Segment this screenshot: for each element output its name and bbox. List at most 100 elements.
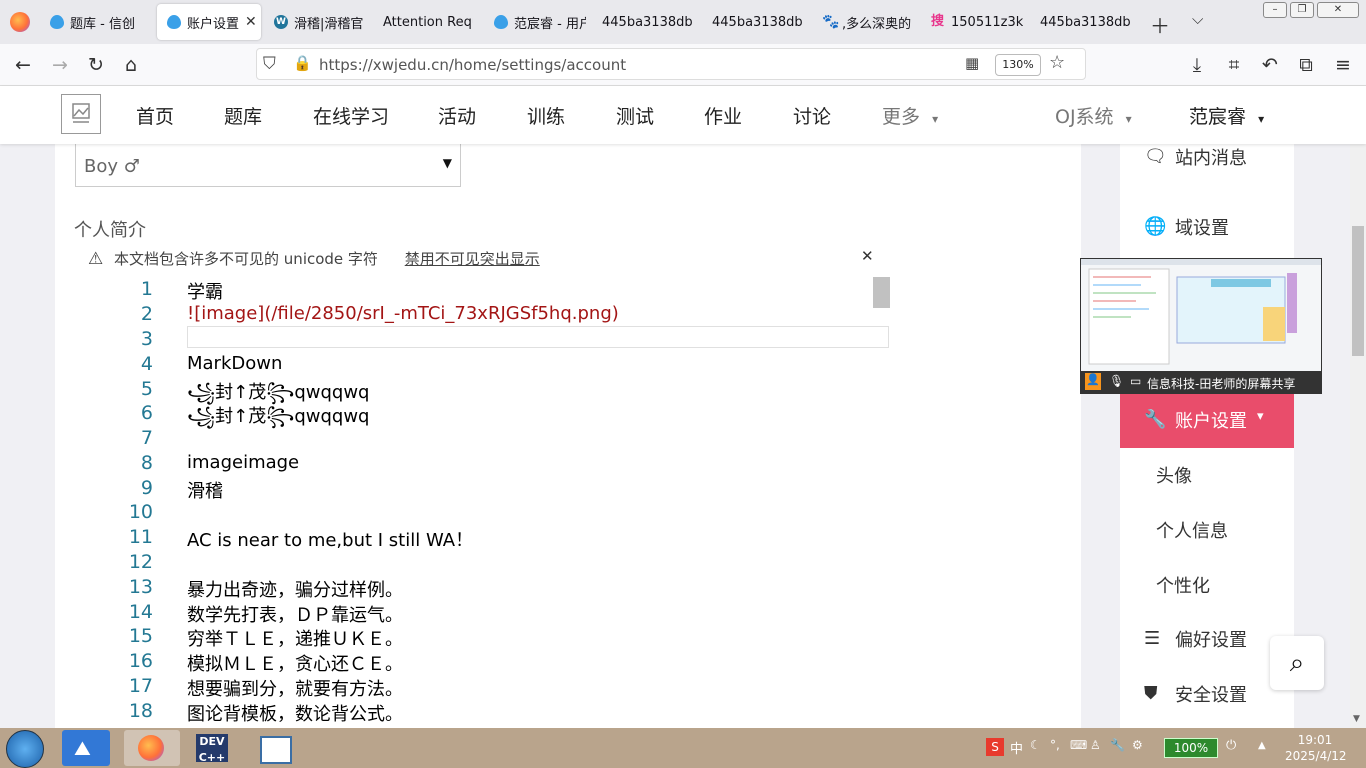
taskbar-app-devcpp[interactable]: DEV C++	[186, 730, 242, 766]
extensions-icon[interactable]: ⧉	[1293, 52, 1319, 78]
sogou-icon: 搜	[931, 14, 945, 29]
sogou-ime-icon[interactable]: S	[986, 738, 1004, 756]
page-scrollbar-thumb[interactable]	[1352, 226, 1364, 356]
line-number: 16	[128, 650, 153, 672]
tab-title: 滑稽|滑稽官	[294, 16, 364, 32]
nav-home[interactable]: 首页	[136, 102, 174, 129]
screen-share-preview[interactable]: 👤 🎙 ▭ 信息科技-田老师的屏幕共享	[1080, 258, 1322, 394]
screenshot-crop-icon[interactable]: ⌗	[1221, 52, 1247, 78]
person-icon[interactable]: ♙	[1090, 738, 1101, 752]
nav-activities[interactable]: 活动	[438, 102, 476, 129]
firefox-menu-icon[interactable]	[10, 12, 30, 32]
sidebar-item-account-settings[interactable]: 🔧 账户设置 ▾	[1120, 393, 1294, 448]
settings-sidebar: 🗨 站内消息 🌐 域设置 🔧 账户设置 ▾ 头像 个人信息 个性化 ☰ 偏好设置…	[1120, 144, 1294, 728]
moon-icon[interactable]: ☾	[1030, 738, 1041, 752]
chat-icon: 🗨	[1144, 146, 1167, 167]
scroll-down-arrow-icon[interactable]: ▼	[1353, 714, 1360, 724]
zoom-level[interactable]: 130%	[995, 54, 1041, 76]
lock-icon[interactable]: 🔒	[293, 54, 312, 72]
taskbar-app-editor[interactable]	[248, 730, 304, 766]
nav-more-dropdown[interactable]: 更多 ▾	[882, 102, 938, 129]
reload-icon[interactable]: ↻	[83, 52, 109, 78]
sidebar-item-personal-info[interactable]: 个人信息	[1120, 503, 1294, 558]
tab-close-icon[interactable]: ✕	[239, 14, 261, 30]
nav-oj-dropdown[interactable]: OJ系统 ▾	[1055, 102, 1132, 129]
code-line[interactable]: AC is near to me,but I still WA！	[187, 526, 473, 552]
page-scrollbar[interactable]: ▲ ▼	[1350, 86, 1366, 728]
sidebar-item-preferences[interactable]: ☰ 偏好设置	[1120, 612, 1294, 667]
tab-attention-required[interactable]: Attention Requ	[383, 4, 473, 40]
tab-image-2[interactable]: 445ba3138db1	[712, 4, 804, 40]
qr-code-icon[interactable]: ▦	[965, 54, 979, 72]
back-arrow-icon[interactable]: ←	[10, 52, 36, 78]
start-button[interactable]	[6, 730, 46, 768]
download-icon[interactable]: ⤓	[1184, 52, 1210, 78]
url-text[interactable]: https://xwjedu.cn/home/settings/account	[319, 56, 626, 74]
forward-arrow-icon[interactable]: →	[47, 52, 73, 78]
sidebar-item-label: 偏好设置	[1175, 630, 1247, 651]
shield-icon[interactable]: ⛉	[263, 54, 276, 74]
nav-homework[interactable]: 作业	[704, 102, 742, 129]
code-line[interactable]: 穷举ＴＬＥ，递推ＵＫＥ。	[187, 625, 403, 651]
taskbar-app-firefox[interactable]	[124, 730, 180, 766]
address-bar[interactable]: ⛉ 🔒 https://xwjedu.cn/home/settings/acco…	[256, 48, 1086, 80]
sidebar-item-security[interactable]: ⛊ 安全设置	[1120, 667, 1294, 722]
nav-tests[interactable]: 测试	[616, 102, 654, 129]
battery-indicator[interactable]: 100%	[1164, 738, 1218, 758]
system-clock[interactable]: 19:01 2025/4/12	[1285, 732, 1347, 764]
power-plug-icon[interactable]: ⏻	[1226, 738, 1236, 753]
tab-image-1[interactable]: 445ba3138db1	[602, 4, 694, 40]
home-icon[interactable]: ⌂	[118, 52, 144, 78]
tab-account-settings[interactable]: 账户设置 ✕	[157, 4, 261, 40]
maximize-button[interactable]: ❐	[1290, 2, 1314, 18]
nav-problem-bank[interactable]: 题库	[224, 102, 262, 129]
code-line[interactable]: MarkDown	[187, 353, 282, 374]
taskbar-app-meeting[interactable]: ⛰	[62, 730, 110, 766]
code-line[interactable]: 模拟ＭＬＥ，贪心还ＣＥ。	[187, 650, 403, 676]
tab-sogou[interactable]: 搜 150511z3kz	[931, 4, 1023, 40]
settings-gear-icon[interactable]: ⚙	[1132, 738, 1143, 752]
floating-search-button[interactable]: ⌕	[1270, 636, 1324, 690]
punctuation-icon[interactable]: °,	[1050, 738, 1060, 752]
code-line[interactable]: ꧁封↑茂꧂qwqqwq	[187, 402, 369, 439]
hamburger-menu-icon[interactable]: ≡	[1330, 52, 1356, 78]
tab-huaji[interactable]: W 滑稽|滑稽官	[274, 4, 370, 40]
code-line[interactable]: 滑稽	[187, 477, 223, 503]
close-window-button[interactable]: ✕	[1317, 2, 1359, 18]
new-tab-plus-icon[interactable]: ＋	[1150, 10, 1170, 39]
code-line[interactable]: 学霸	[187, 278, 223, 304]
minimize-button[interactable]: –	[1263, 2, 1287, 18]
screen-share-caption-bar: 👤 🎙 ▭ 信息科技-田老师的屏幕共享	[1081, 371, 1321, 393]
ime-mode-indicator[interactable]: 中	[1010, 738, 1023, 757]
tab-problem-bank[interactable]: 题库 - 信创	[50, 4, 150, 40]
wrench-tool-icon[interactable]: 🔧	[1110, 738, 1125, 752]
code-line[interactable]: 想要骗到分，就要有方法。	[187, 675, 403, 701]
tab-baidu[interactable]: 🐾 ,多么深奥的	[822, 4, 914, 40]
site-logo[interactable]	[61, 94, 101, 134]
nav-discussion[interactable]: 讨论	[793, 102, 831, 129]
user-menu-dropdown[interactable]: 范宸睿 ▾	[1189, 102, 1264, 129]
disable-highlight-link[interactable]: 禁用不可见突出显示	[405, 250, 540, 268]
code-line[interactable]: imageimage	[187, 452, 299, 473]
code-line[interactable]: 图论背模板，数论背公式。	[187, 700, 403, 726]
tab-user-profile[interactable]: 范宸睿 - 用户	[494, 4, 586, 40]
undo-arrow-icon[interactable]: ↶	[1257, 52, 1283, 78]
gender-select[interactable]: Boy ♂ ▼	[75, 144, 461, 187]
sidebar-item-avatar[interactable]: 头像	[1120, 448, 1294, 503]
code-line[interactable]: 数学先打表，ＤＰ靠运气。	[187, 601, 403, 627]
close-icon[interactable]: ✕	[861, 247, 874, 265]
nav-training[interactable]: 训练	[527, 102, 565, 129]
bookmark-star-icon[interactable]: ☆	[1049, 52, 1065, 73]
sidebar-item-domain[interactable]: 🌐 域设置	[1120, 200, 1294, 255]
keyboard-icon[interactable]: ⌨	[1070, 738, 1087, 752]
tab-list-chevron-icon[interactable]: ⌵	[1192, 10, 1203, 28]
show-hidden-icons-arrow-icon[interactable]: ▲	[1258, 740, 1266, 751]
editor-scrollbar-thumb[interactable]	[873, 277, 890, 308]
line-number: 3	[140, 328, 153, 350]
nav-more-label: 更多	[882, 106, 921, 128]
sidebar-item-personalization[interactable]: 个性化	[1120, 558, 1294, 613]
nav-online-learning[interactable]: 在线学习	[313, 102, 389, 129]
code-line[interactable]: 暴力出奇迹，骗分过样例。	[187, 576, 403, 602]
tab-image-3[interactable]: 445ba3138db1	[1040, 4, 1132, 40]
code-line[interactable]: ![image](/file/2850/srI_-mTCi_73xRJGSf5h…	[187, 303, 619, 324]
